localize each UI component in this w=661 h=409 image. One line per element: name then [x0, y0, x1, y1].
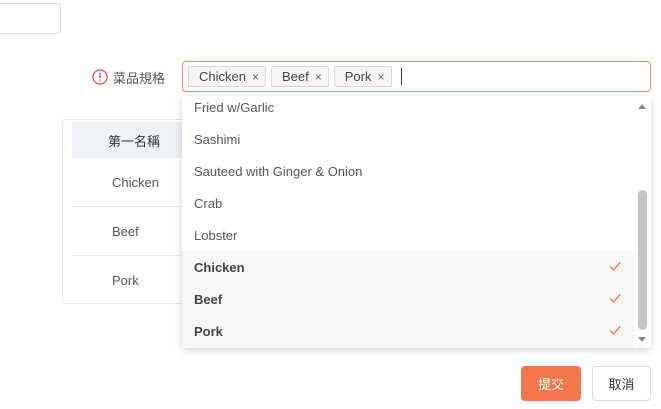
option-label: Beef — [194, 291, 223, 307]
check-icon — [609, 262, 621, 272]
option-label: Crab — [194, 195, 223, 211]
option-label: Pork — [194, 323, 223, 339]
cancel-button[interactable]: 取消 — [592, 366, 651, 401]
dropdown-option-selected[interactable]: Chicken — [182, 251, 634, 283]
dropdown-option[interactable]: Sauteed with Ginger & Onion — [182, 155, 634, 187]
tag-pork: Pork × — [333, 66, 392, 87]
dropdown-option[interactable]: Fried w/Garlic — [182, 96, 634, 123]
tag-close-icon[interactable]: × — [252, 71, 259, 83]
option-label: Lobster — [194, 227, 238, 243]
dropdown-scrollbar[interactable] — [634, 96, 651, 348]
dropdown-option-selected[interactable]: Beef — [182, 283, 634, 315]
tag-label: Beef — [281, 69, 309, 84]
dropdown-option[interactable]: Crab — [182, 187, 634, 219]
dropdown-option-selected[interactable]: Pork — [182, 315, 634, 347]
dish-spec-tag-select[interactable]: Chicken × Beef × Pork × — [182, 61, 651, 92]
scroll-up-arrow-icon[interactable] — [638, 104, 646, 109]
option-label: Sashimi — [194, 131, 241, 147]
tag-close-icon[interactable]: × — [315, 71, 322, 83]
tag-label: Pork — [344, 69, 372, 84]
check-icon — [609, 294, 621, 304]
tag-beef: Beef × — [270, 66, 329, 87]
text-cursor — [400, 68, 402, 85]
submit-button[interactable]: 提交 — [521, 366, 581, 401]
warning-icon — [92, 69, 108, 85]
option-label: Chicken — [194, 259, 245, 275]
dish-spec-label: 菜品規格 — [92, 67, 165, 87]
dish-spec-dropdown[interactable]: Fried w/Garlic Sashimi Sauteed with Ging… — [182, 96, 651, 348]
option-label: Fried w/Garlic — [194, 99, 275, 115]
dropdown-option[interactable]: Lobster — [182, 219, 634, 251]
previous-input-field[interactable] — [0, 3, 61, 34]
tag-close-icon[interactable]: × — [377, 71, 384, 83]
check-icon — [609, 326, 621, 336]
scrollbar-thumb[interactable] — [638, 190, 647, 330]
dropdown-option[interactable]: Sashimi — [182, 123, 634, 155]
option-label: Sauteed with Ginger & Onion — [194, 163, 363, 179]
dish-spec-label-text: 菜品規格 — [113, 70, 166, 86]
tag-label: Chicken — [199, 69, 246, 84]
tag-chicken: Chicken × — [188, 66, 266, 87]
scroll-down-arrow-icon[interactable] — [638, 337, 646, 342]
